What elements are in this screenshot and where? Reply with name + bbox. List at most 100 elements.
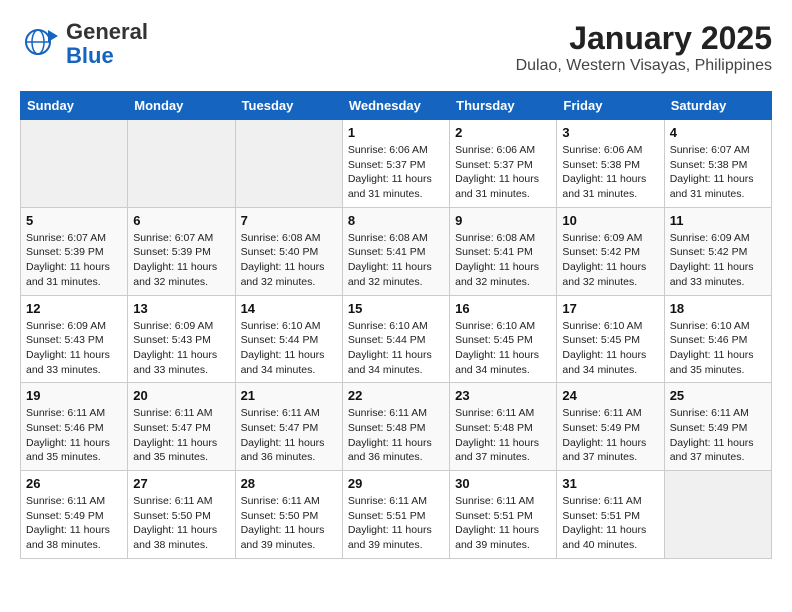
day-detail: Sunrise: 6:09 AMSunset: 5:43 PMDaylight:… [133, 319, 229, 378]
calendar-cell [664, 471, 771, 559]
calendar-cell: 23 Sunrise: 6:11 AMSunset: 5:48 PMDayligh… [450, 383, 557, 471]
day-number: 15 [348, 301, 444, 316]
calendar-title: January 2025 [516, 20, 772, 57]
day-detail: Sunrise: 6:11 AMSunset: 5:49 PMDaylight:… [670, 406, 766, 465]
calendar-cell: 4 Sunrise: 6:07 AMSunset: 5:38 PMDaylight… [664, 120, 771, 208]
calendar-header-row: SundayMondayTuesdayWednesdayThursdayFrid… [21, 92, 772, 120]
calendar-cell: 24Sunrise: 6:11 AMSunset: 5:49 PMDayligh… [557, 383, 664, 471]
calendar-cell: 17Sunrise: 6:10 AMSunset: 5:45 PMDayligh… [557, 295, 664, 383]
calendar-cell: 5Sunrise: 6:07 AMSunset: 5:39 PMDaylight… [21, 207, 128, 295]
day-number: 31 [562, 476, 658, 491]
calendar-cell: 13 Sunrise: 6:09 AMSunset: 5:43 PMDayligh… [128, 295, 235, 383]
day-number: 8 [348, 213, 444, 228]
header-thursday: Thursday [450, 92, 557, 120]
logo-icon [20, 22, 60, 62]
day-detail: Sunrise: 6:11 AMSunset: 5:48 PMDaylight:… [455, 406, 551, 465]
day-detail: Sunrise: 6:10 AMSunset: 5:45 PMDaylight:… [455, 319, 551, 378]
day-detail: Sunrise: 6:10 AMSunset: 5:46 PMDaylight:… [670, 319, 766, 378]
day-detail: Sunrise: 6:08 AMSunset: 5:41 PMDaylight:… [348, 231, 444, 290]
day-number: 27 [133, 476, 229, 491]
day-number: 22 [348, 388, 444, 403]
day-number: 18 [670, 301, 766, 316]
day-detail: Sunrise: 6:10 AMSunset: 5:44 PMDaylight:… [348, 319, 444, 378]
day-detail: Sunrise: 6:09 AMSunset: 5:43 PMDaylight:… [26, 319, 122, 378]
calendar-cell: 2Sunrise: 6:06 AMSunset: 5:37 PMDaylight… [450, 120, 557, 208]
logo-general-text: General [66, 19, 148, 44]
day-number: 10 [562, 213, 658, 228]
header-friday: Friday [557, 92, 664, 120]
calendar-cell: 14Sunrise: 6:10 AMSunset: 5:44 PMDayligh… [235, 295, 342, 383]
calendar-cell: 12 Sunrise: 6:09 AMSunset: 5:43 PMDayligh… [21, 295, 128, 383]
calendar-cell: 18 Sunrise: 6:10 AMSunset: 5:46 PMDayligh… [664, 295, 771, 383]
calendar-cell: 27 Sunrise: 6:11 AMSunset: 5:50 PMDayligh… [128, 471, 235, 559]
calendar-cell: 1Sunrise: 6:06 AMSunset: 5:37 PMDaylight… [342, 120, 449, 208]
header-monday: Monday [128, 92, 235, 120]
day-number: 16 [455, 301, 551, 316]
day-number: 19 [26, 388, 122, 403]
day-number: 2 [455, 125, 551, 140]
calendar-subtitle: Dulao, Western Visayas, Philippines [516, 57, 772, 75]
calendar-table: SundayMondayTuesdayWednesdayThursdayFrid… [20, 91, 772, 559]
day-detail: Sunrise: 6:11 AMSunset: 5:51 PMDaylight:… [562, 494, 658, 553]
calendar-cell: 8 Sunrise: 6:08 AMSunset: 5:41 PMDaylight… [342, 207, 449, 295]
day-detail: Sunrise: 6:11 AMSunset: 5:50 PMDaylight:… [241, 494, 337, 553]
day-number: 13 [133, 301, 229, 316]
day-detail: Sunrise: 6:07 AMSunset: 5:38 PMDaylight:… [670, 143, 766, 202]
day-number: 17 [562, 301, 658, 316]
logo-blue-text: Blue [66, 43, 114, 68]
day-number: 28 [241, 476, 337, 491]
day-detail: Sunrise: 6:11 AMSunset: 5:51 PMDaylight:… [455, 494, 551, 553]
day-number: 20 [133, 388, 229, 403]
day-detail: Sunrise: 6:06 AMSunset: 5:38 PMDaylight:… [562, 143, 658, 202]
day-detail: Sunrise: 6:07 AMSunset: 5:39 PMDaylight:… [133, 231, 229, 290]
header-sunday: Sunday [21, 92, 128, 120]
day-detail: Sunrise: 6:11 AMSunset: 5:50 PMDaylight:… [133, 494, 229, 553]
calendar-week-1: 1Sunrise: 6:06 AMSunset: 5:37 PMDaylight… [21, 120, 772, 208]
day-detail: Sunrise: 6:08 AMSunset: 5:40 PMDaylight:… [241, 231, 337, 290]
calendar-week-5: 26 Sunrise: 6:11 AMSunset: 5:49 PMDayligh… [21, 471, 772, 559]
calendar-cell: 28 Sunrise: 6:11 AMSunset: 5:50 PMDayligh… [235, 471, 342, 559]
header-saturday: Saturday [664, 92, 771, 120]
title-block: January 2025 Dulao, Western Visayas, Phi… [516, 20, 772, 75]
day-detail: Sunrise: 6:08 AMSunset: 5:41 PMDaylight:… [455, 231, 551, 290]
page-header: General Blue January 2025 Dulao, Western… [20, 20, 772, 75]
day-number: 5 [26, 213, 122, 228]
calendar-cell: 7 Sunrise: 6:08 AMSunset: 5:40 PMDaylight… [235, 207, 342, 295]
header-wednesday: Wednesday [342, 92, 449, 120]
day-detail: Sunrise: 6:11 AMSunset: 5:47 PMDaylight:… [241, 406, 337, 465]
calendar-cell: 10 Sunrise: 6:09 AMSunset: 5:42 PMDayligh… [557, 207, 664, 295]
day-detail: Sunrise: 6:10 AMSunset: 5:44 PMDaylight:… [241, 319, 337, 378]
calendar-cell: 22Sunrise: 6:11 AMSunset: 5:48 PMDayligh… [342, 383, 449, 471]
day-number: 3 [562, 125, 658, 140]
calendar-cell: 11Sunrise: 6:09 AMSunset: 5:42 PMDayligh… [664, 207, 771, 295]
calendar-cell: 31 Sunrise: 6:11 AMSunset: 5:51 PMDayligh… [557, 471, 664, 559]
calendar-cell: 21 Sunrise: 6:11 AMSunset: 5:47 PMDayligh… [235, 383, 342, 471]
day-number: 7 [241, 213, 337, 228]
calendar-cell: 20Sunrise: 6:11 AMSunset: 5:47 PMDayligh… [128, 383, 235, 471]
day-number: 26 [26, 476, 122, 491]
day-number: 12 [26, 301, 122, 316]
day-detail: Sunrise: 6:09 AMSunset: 5:42 PMDaylight:… [562, 231, 658, 290]
calendar-cell: 25Sunrise: 6:11 AMSunset: 5:49 PMDayligh… [664, 383, 771, 471]
calendar-week-4: 19Sunrise: 6:11 AMSunset: 5:46 PMDayligh… [21, 383, 772, 471]
calendar-cell [21, 120, 128, 208]
day-detail: Sunrise: 6:09 AMSunset: 5:42 PMDaylight:… [670, 231, 766, 290]
day-number: 29 [348, 476, 444, 491]
logo: General Blue [20, 20, 148, 68]
day-number: 30 [455, 476, 551, 491]
calendar-cell: 26 Sunrise: 6:11 AMSunset: 5:49 PMDayligh… [21, 471, 128, 559]
calendar-cell: 9Sunrise: 6:08 AMSunset: 5:41 PMDaylight… [450, 207, 557, 295]
day-number: 24 [562, 388, 658, 403]
calendar-week-3: 12 Sunrise: 6:09 AMSunset: 5:43 PMDayligh… [21, 295, 772, 383]
header-tuesday: Tuesday [235, 92, 342, 120]
day-number: 4 [670, 125, 766, 140]
calendar-cell: 29Sunrise: 6:11 AMSunset: 5:51 PMDayligh… [342, 471, 449, 559]
day-number: 21 [241, 388, 337, 403]
day-detail: Sunrise: 6:11 AMSunset: 5:49 PMDaylight:… [26, 494, 122, 553]
calendar-cell: 30 Sunrise: 6:11 AMSunset: 5:51 PMDayligh… [450, 471, 557, 559]
calendar-cell: 16 Sunrise: 6:10 AMSunset: 5:45 PMDayligh… [450, 295, 557, 383]
calendar-cell: 3 Sunrise: 6:06 AMSunset: 5:38 PMDaylight… [557, 120, 664, 208]
day-number: 23 [455, 388, 551, 403]
day-number: 1 [348, 125, 444, 140]
calendar-cell: 15 Sunrise: 6:10 AMSunset: 5:44 PMDayligh… [342, 295, 449, 383]
